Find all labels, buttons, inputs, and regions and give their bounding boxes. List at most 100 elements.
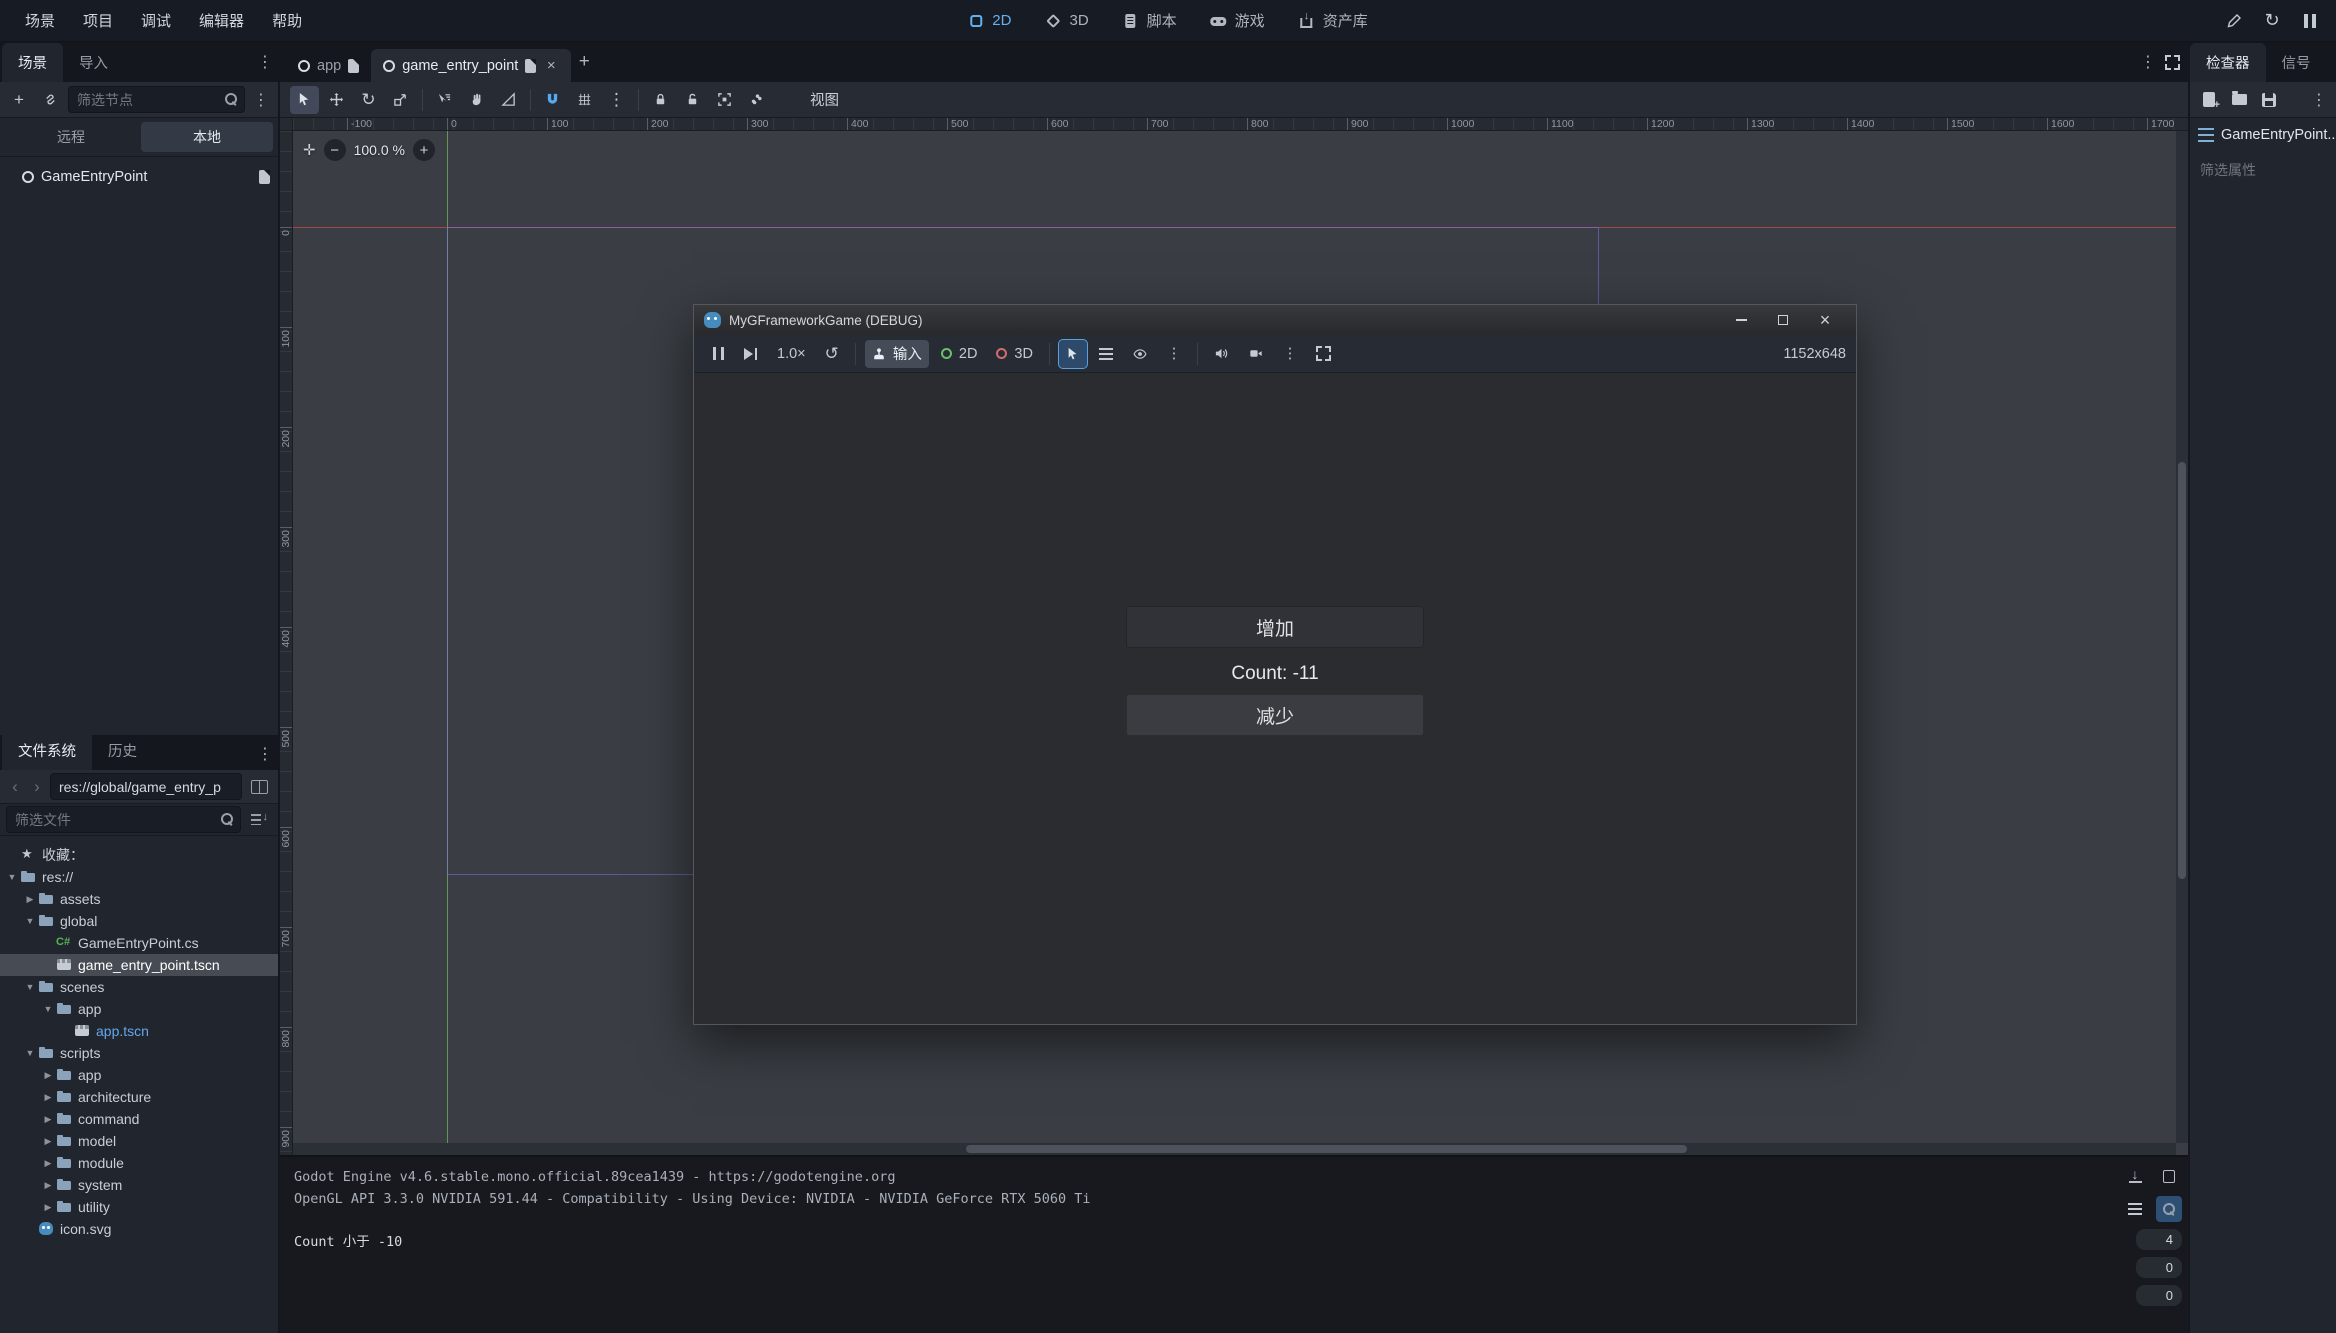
mode-2d-button[interactable]: 2D: [934, 340, 985, 368]
file-tree-item[interactable]: icon.svg: [0, 1218, 278, 1240]
expand-arrow[interactable]: [22, 982, 38, 992]
menubar-menu[interactable]: 调试: [128, 5, 184, 36]
sort-files-icon[interactable]: [246, 807, 272, 833]
distraction-free-icon[interactable]: [2165, 55, 2180, 70]
close-tab-icon[interactable]: [543, 57, 559, 74]
menubar-menu[interactable]: 项目: [70, 5, 126, 36]
file-tree-item[interactable]: app.tscn: [0, 1020, 278, 1042]
file-tree-item[interactable]: game_entry_point.tscn: [0, 954, 278, 976]
pan-tool-icon[interactable]: [462, 86, 491, 114]
expand-arrow[interactable]: [22, 1048, 38, 1058]
load-resource-icon[interactable]: [2226, 87, 2252, 113]
file-tree-item[interactable]: scripts: [0, 1042, 278, 1064]
file-tree-item[interactable]: 收藏：: [0, 844, 278, 866]
list-select-icon[interactable]: [430, 86, 459, 114]
smart-snap-icon[interactable]: [538, 86, 567, 114]
file-tree-item[interactable]: app: [0, 1064, 278, 1086]
nav-forward-icon[interactable]: ›: [28, 777, 46, 797]
increase-button[interactable]: 增加: [1126, 606, 1424, 648]
message-count-badge[interactable]: 0: [2136, 1285, 2182, 1306]
filter-files-input[interactable]: [6, 806, 241, 833]
vertical-scrollbar[interactable]: [2176, 131, 2188, 1143]
center-view-icon[interactable]: ✛: [303, 141, 316, 159]
scene-dock-menu-icon[interactable]: [254, 49, 276, 75]
lock-icon[interactable]: [646, 86, 675, 114]
workspace-tab[interactable]: 3D: [1032, 7, 1101, 34]
scene-tab[interactable]: game_entry_point: [371, 49, 571, 82]
file-tree-item[interactable]: model: [0, 1130, 278, 1152]
close-button[interactable]: [1804, 305, 1846, 335]
dock-tab[interactable]: 信号: [2266, 43, 2327, 82]
attached-script-icon[interactable]: [259, 170, 270, 184]
decrease-button[interactable]: 减少: [1126, 694, 1424, 736]
scene-mode-tab[interactable]: 远程: [5, 122, 137, 152]
inspector-menu-icon[interactable]: [2308, 87, 2330, 113]
file-tree-item[interactable]: GameEntryPoint.cs: [0, 932, 278, 954]
game-window-titlebar[interactable]: MyGFrameworkGame (DEBUG): [694, 305, 1856, 335]
new-resource-icon[interactable]: [2196, 87, 2222, 113]
suspend-button[interactable]: [704, 340, 732, 368]
file-tree-item[interactable]: system: [0, 1174, 278, 1196]
add-node-button[interactable]: [6, 87, 32, 113]
menubar-menu[interactable]: 编辑器: [186, 5, 257, 36]
add-scene-tab-button[interactable]: [571, 49, 597, 75]
mode-3d-button[interactable]: 3D: [989, 340, 1040, 368]
snap-options-icon[interactable]: [602, 86, 631, 114]
move-tool-icon[interactable]: [322, 86, 351, 114]
skeleton-options-icon[interactable]: [742, 86, 771, 114]
workspace-tab[interactable]: 2D: [955, 7, 1024, 34]
scene-mode-tab[interactable]: 本地: [141, 122, 273, 152]
camera-options-icon[interactable]: [1276, 340, 1304, 368]
input-mode-button[interactable]: 输入: [865, 340, 929, 368]
zoom-in-button[interactable]: +: [413, 139, 435, 161]
file-tree-item[interactable]: module: [0, 1152, 278, 1174]
horizontal-scrollbar[interactable]: [293, 1143, 2176, 1155]
expand-arrow[interactable]: [40, 1114, 56, 1125]
expand-arrow[interactable]: [22, 894, 38, 905]
expand-arrow[interactable]: [40, 1158, 56, 1169]
expand-arrow[interactable]: [40, 1180, 56, 1191]
expand-arrow[interactable]: [4, 872, 20, 882]
log-filter-icon[interactable]: [2122, 1196, 2148, 1222]
file-tree-item[interactable]: architecture: [0, 1086, 278, 1108]
scene-tabs-menu-icon[interactable]: [2137, 49, 2159, 75]
file-tree-item[interactable]: res://: [0, 866, 278, 888]
restart-game-icon[interactable]: ↻: [2258, 7, 2286, 35]
file-tree-item[interactable]: command: [0, 1108, 278, 1130]
message-count-badge[interactable]: 0: [2136, 1257, 2182, 1278]
file-tree-item[interactable]: assets: [0, 888, 278, 910]
scene-tree-node[interactable]: GameEntryPoint: [0, 162, 278, 191]
dock-tab[interactable]: 检查器: [2190, 43, 2266, 82]
file-tree-item[interactable]: utility: [0, 1196, 278, 1218]
toggle-split-mode-icon[interactable]: [246, 774, 272, 800]
rotate-tool-icon[interactable]: ↻: [354, 86, 383, 114]
menubar-menu[interactable]: 场景: [12, 5, 68, 36]
expand-arrow[interactable]: [40, 1070, 56, 1081]
filesystem-tab[interactable]: 历史: [92, 731, 153, 770]
dock-tab[interactable]: 导入: [63, 43, 124, 82]
edit-tool-icon[interactable]: [2220, 7, 2248, 35]
zoom-out-button[interactable]: −: [324, 139, 346, 161]
expand-arrow[interactable]: [40, 1004, 56, 1014]
filesystem-menu-icon[interactable]: [254, 741, 276, 767]
node-list-icon[interactable]: [1092, 340, 1120, 368]
scrollbar-thumb[interactable]: [966, 1145, 1687, 1153]
group-icon[interactable]: [710, 86, 739, 114]
file-tree-item[interactable]: app: [0, 998, 278, 1020]
mute-audio-icon[interactable]: [1207, 340, 1236, 368]
scale-tool-icon[interactable]: [386, 86, 415, 114]
fullscreen-icon[interactable]: [1309, 340, 1338, 368]
game-select-tool-icon[interactable]: [1059, 340, 1087, 368]
scroll-to-bottom-icon[interactable]: [2122, 1163, 2148, 1189]
time-scale-button[interactable]: 1.0×: [770, 340, 813, 368]
instance-scene-icon[interactable]: [37, 87, 63, 113]
filter-nodes-input[interactable]: [68, 86, 245, 113]
nav-back-icon[interactable]: ‹: [6, 777, 24, 797]
unlock-icon[interactable]: [678, 86, 707, 114]
scene-tab[interactable]: app: [286, 50, 371, 82]
copy-log-icon[interactable]: [2156, 1163, 2182, 1189]
camera-override-icon[interactable]: [1241, 340, 1271, 368]
select-options-icon[interactable]: [1160, 340, 1188, 368]
select-tool-icon[interactable]: [290, 86, 319, 114]
view-menu[interactable]: 视图: [800, 85, 849, 114]
